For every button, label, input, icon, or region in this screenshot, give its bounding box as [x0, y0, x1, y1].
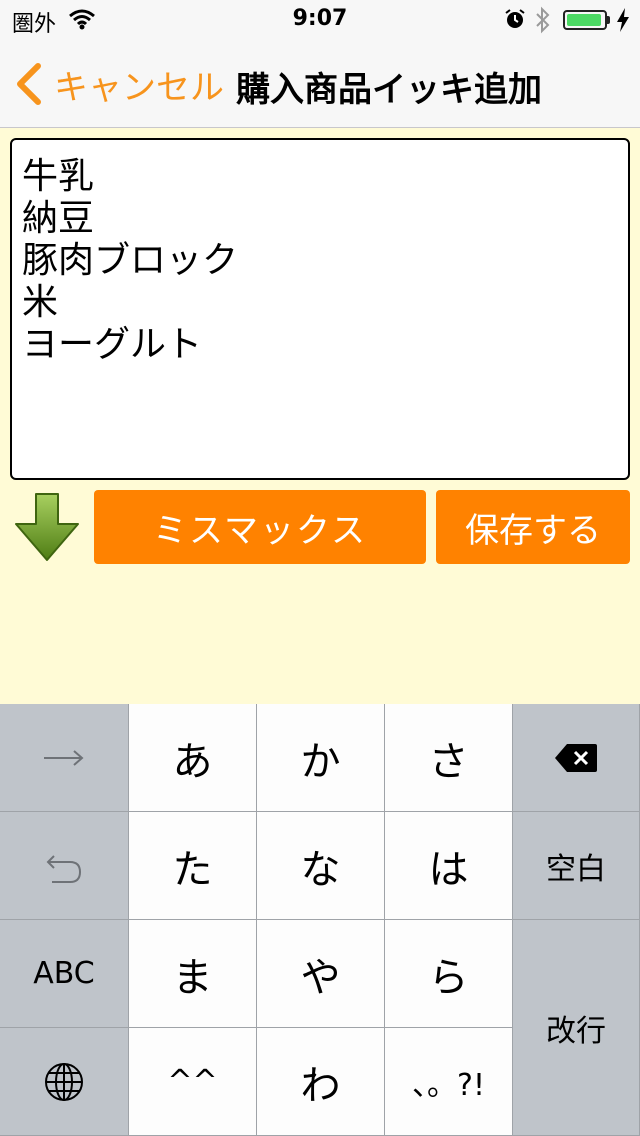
key-punctuation[interactable]: 、。?! — [385, 1028, 513, 1136]
key-ma[interactable]: ま — [129, 920, 257, 1028]
key-ra[interactable]: ら — [385, 920, 513, 1028]
key-na[interactable]: な — [257, 812, 385, 920]
bluetooth-icon — [536, 6, 550, 34]
key-ha[interactable]: は — [385, 812, 513, 920]
missmax-button[interactable]: ミスマックス — [94, 490, 426, 564]
key-sa[interactable]: さ — [385, 704, 513, 812]
globe-icon — [45, 1062, 83, 1101]
page-title: 購入商品イッキ追加 — [236, 70, 542, 110]
next-candidate-key[interactable] — [0, 704, 129, 812]
text-line: 納豆 — [22, 198, 95, 239]
charging-bolt-icon — [617, 8, 629, 32]
arrow-right-icon — [44, 749, 84, 766]
return-key[interactable]: 改行 — [513, 920, 640, 1136]
arrow-down-icon[interactable] — [10, 490, 84, 564]
item-list-textarea[interactable]: 牛乳 納豆 豚肉ブロック 米 ヨーグルト — [10, 138, 630, 480]
save-button[interactable]: 保存する — [436, 490, 630, 564]
space-key[interactable]: 空白 — [513, 812, 640, 920]
battery-level-fill — [567, 14, 601, 26]
navigation-bar: キャンセル 購入商品イッキ追加 — [0, 40, 640, 128]
globe-key[interactable] — [0, 1028, 129, 1136]
delete-key[interactable] — [513, 704, 640, 812]
alarm-icon — [505, 9, 525, 28]
text-line: 牛乳 — [22, 156, 95, 197]
key-emoticon[interactable]: ^^ — [129, 1028, 257, 1136]
key-ya[interactable]: や — [257, 920, 385, 1028]
undo-icon — [46, 854, 82, 883]
cancel-button[interactable]: キャンセル — [14, 60, 224, 108]
battery-icon — [563, 10, 607, 30]
cancel-label: キャンセル — [54, 67, 224, 108]
text-line: ヨーグルト — [22, 324, 203, 365]
key-wa[interactable]: わ — [257, 1028, 385, 1136]
battery-nub — [607, 16, 610, 24]
chevron-left-icon — [17, 63, 41, 105]
key-ka[interactable]: か — [257, 704, 385, 812]
text-line: 米 — [22, 282, 59, 323]
text-line: 豚肉ブロック — [22, 240, 239, 281]
undo-key[interactable] — [0, 812, 129, 920]
backspace-icon — [555, 743, 597, 772]
key-ta[interactable]: た — [129, 812, 257, 920]
status-bar: 圏外 9:07 — [0, 0, 640, 40]
abc-key[interactable]: ABC — [0, 920, 129, 1028]
keyboard: ABC あ か さ た な は ま や ら ^^ わ 、。?! 空白 改行 — [0, 704, 640, 1136]
key-a[interactable]: あ — [129, 704, 257, 812]
